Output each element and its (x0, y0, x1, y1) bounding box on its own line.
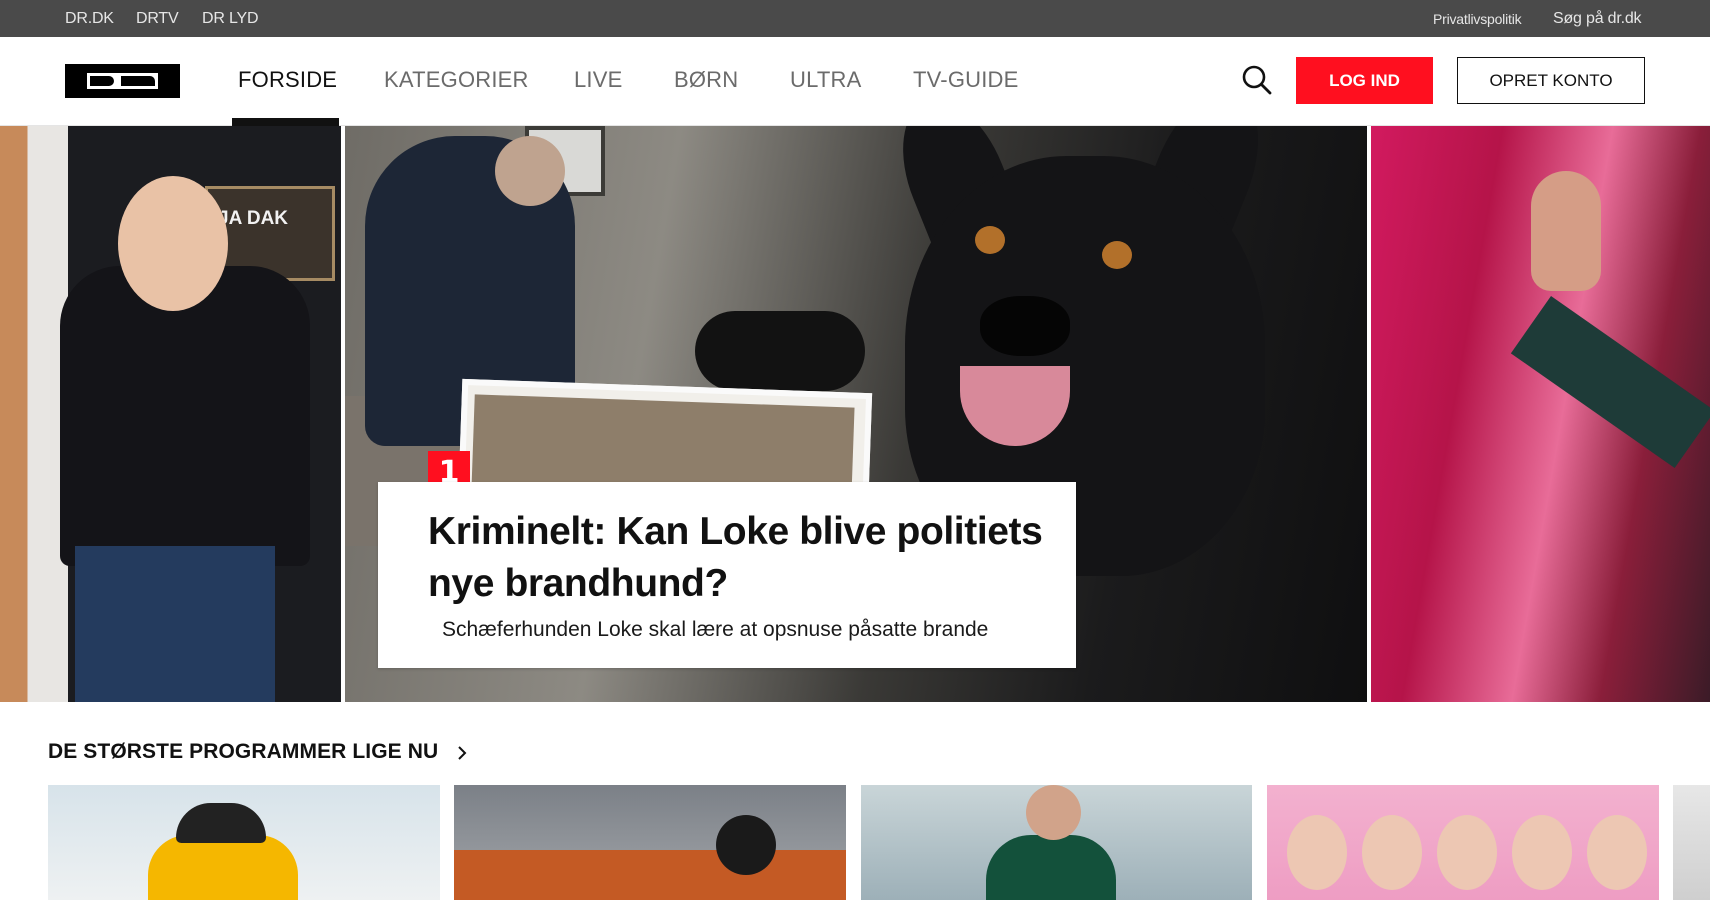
privacy-link[interactable]: Privatlivspolitik (1433, 11, 1522, 27)
nav-item-born[interactable]: BØRN (674, 67, 738, 93)
main-nav: FORSIDE KATEGORIER LIVE BØRN ULTRA TV-GU… (0, 37, 1710, 126)
card-dog (716, 815, 776, 875)
officer-head (495, 136, 565, 206)
card-person-head (1026, 785, 1081, 840)
dog-nose (980, 296, 1070, 356)
card-face (1512, 815, 1572, 890)
raised-arm (1510, 296, 1710, 469)
person-jeans (75, 546, 275, 702)
topbar-link-drtv[interactable]: DRTV (136, 10, 179, 28)
card-face (1362, 815, 1422, 890)
nav-item-live[interactable]: LIVE (574, 67, 623, 93)
card-person-body (148, 835, 298, 900)
section-title[interactable]: DE STØRSTE PROGRAMMER LIGE NU (48, 740, 438, 764)
topbar-link-drlyd[interactable]: DR LYD (202, 10, 258, 28)
login-button[interactable]: LOG IND (1296, 57, 1433, 104)
program-card[interactable] (1673, 785, 1710, 900)
card-person-cap (176, 803, 266, 843)
search-site-link[interactable]: Søg på dr.dk (1553, 10, 1642, 28)
card-person-body (986, 835, 1116, 900)
program-card[interactable] (48, 785, 440, 900)
dog-eye-right (1102, 241, 1132, 269)
topbar-link-drdk[interactable]: DR.DK (65, 10, 114, 28)
signup-button[interactable]: OPRET KONTO (1457, 57, 1645, 104)
card-face (1437, 815, 1497, 890)
hero-title[interactable]: Kriminelt: Kan Loke blive politiets nye … (428, 506, 1048, 610)
program-card[interactable] (1267, 785, 1659, 900)
hero-slide-previous[interactable]: JA DAK (0, 126, 341, 702)
card-face (1587, 815, 1647, 890)
nav-item-ultra[interactable]: ULTRA (790, 67, 862, 93)
program-card[interactable] (861, 785, 1252, 900)
wall-sign-text: JA DAK (218, 208, 289, 229)
nav-item-tv-guide[interactable]: TV-GUIDE (913, 67, 1019, 93)
chevron-right-icon[interactable] (453, 744, 471, 762)
nav-item-kategorier[interactable]: KATEGORIER (384, 67, 529, 93)
dr-logo-mark (87, 73, 158, 89)
program-card[interactable] (454, 785, 846, 900)
small-dog (695, 311, 865, 391)
active-nav-indicator (232, 118, 339, 126)
dr-logo[interactable] (65, 64, 180, 98)
raised-hand (1531, 171, 1601, 291)
hero-slide-next[interactable] (1371, 126, 1710, 702)
hero-caption-card[interactable]: Kriminelt: Kan Loke blive politiets nye … (378, 482, 1076, 668)
card-face (1287, 815, 1347, 890)
person-face (118, 176, 228, 311)
nav-item-forside[interactable]: FORSIDE (238, 67, 337, 93)
dog-eye-left (975, 226, 1005, 254)
top-utility-bar: DR.DK DRTV DR LYD Privatlivspolitik Søg … (0, 0, 1710, 37)
hero-subtitle: Schæferhunden Loke skal lære at opsnuse … (442, 618, 989, 641)
person-figure (60, 266, 310, 566)
card-couch (454, 850, 846, 900)
search-icon[interactable] (1240, 63, 1274, 97)
